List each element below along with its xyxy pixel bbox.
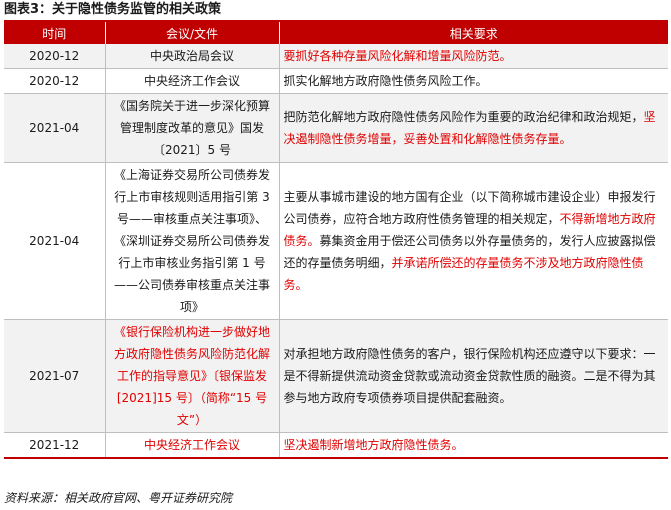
document-text: 中央政治局会议 [149,49,234,63]
document-text: 《银行保险机构进一步做好地方政府隐性债务风险防范化解工作的指导意见》〔银保监发[… [113,325,270,427]
header-doc: 会议/文件 [104,22,279,44]
cell-document: 中央政治局会议 [104,44,279,69]
cell-requirement: 把防范化解地方政府隐性债务风险作为重要的政治纪律和政治规矩，坚决遏制隐性债务增量… [278,93,668,163]
cell-document: 中央经济工作会议 [104,432,279,459]
cell-requirement: 对承担地方政府隐性债务的客户，银行保险机构还应遵守以下要求：一是不得新提供流动资… [278,319,668,433]
cell-document: 《上海证券交易所公司债券发行上市审核规则适用指引第 3 号——审核重点关注事项》… [104,162,279,320]
table-header-row: 时间 会议/文件 相关要求 [4,22,668,44]
cell-document: 中央经济工作会议 [104,68,279,94]
document-text: 中央经济工作会议 [143,438,240,452]
cell-document: 《银行保险机构进一步做好地方政府隐性债务风险防范化解工作的指导意见》〔银保监发[… [104,319,279,433]
cell-date: 2020-12 [4,68,105,94]
cell-requirement: 抓实化解地方政府隐性债务风险工作。 [278,68,668,94]
header-date: 时间 [4,22,105,44]
figure-title: 图表3：关于隐性债务监管的相关政策 [4,2,222,17]
figure: 图表3：关于隐性债务监管的相关政策 时间 会议/文件 相关要求 2020-12 中… [0,0,671,510]
cell-requirement: 要抓好各种存量风险化解和增量风险防范。 [278,44,668,69]
table-row: 2021-04 《上海证券交易所公司债券发行上市审核规则适用指引第 3 号——审核… [4,162,668,320]
document-text: 《上海证券交易所公司债券发行上市审核规则适用指引第 3 号——审核重点关注事项》… [113,168,270,314]
document-text: 《国务院关于进一步深化预算管理制度改革的意见》国发〔2021〕5 号 [113,99,270,157]
header-requirement: 相关要求 [278,22,668,44]
cell-document: 《国务院关于进一步深化预算管理制度改革的意见》国发〔2021〕5 号 [104,93,279,163]
requirement-text: 抓实化解地方政府隐性债务风险工作。 [283,74,488,88]
policy-table: 时间 会议/文件 相关要求 2020-12 中央政治局会议 要抓好各种存量风险化解和… [4,22,668,459]
source-note: 资料来源：相关政府官网、粤开证券研究院 [4,491,233,505]
table-row: 2021-04 《国务院关于进一步深化预算管理制度改革的意见》国发〔2021〕5 … [4,93,668,163]
cell-requirement: 坚决遏制新增地方政府隐性债务。 [278,432,668,459]
document-text: 中央经济工作会议 [143,74,240,88]
table-row: 2021-07 《银行保险机构进一步做好地方政府隐性债务风险防范化解工作的指导意见… [4,319,668,433]
requirement-text: 对承担地方政府隐性债务的客户，银行保险机构还应遵守以下要求：一是不得新提供流动资… [283,347,656,405]
requirement-highlight: 坚决遏制新增地方政府隐性债务。 [283,438,464,452]
table-row: 2020-12 中央政治局会议 要抓好各种存量风险化解和增量风险防范。 [4,44,668,69]
requirement-text: 把防范化解地方政府隐性债务风险作为重要的政治纪律和政治规矩， [283,110,644,124]
cell-date: 2020-12 [4,44,105,69]
cell-requirement: 主要从事城市建设的地方国有企业（以下简称城市建设企业）申报发行公司债券，应符合地… [278,162,668,320]
requirement-highlight: 要抓好各种存量风险化解和增量风险防范。 [283,49,512,63]
cell-date: 2021-04 [4,93,105,163]
cell-date: 2021-07 [4,319,105,433]
cell-date: 2021-12 [4,432,105,459]
cell-date: 2021-04 [4,162,105,320]
table-row: 2020-12 中央经济工作会议 抓实化解地方政府隐性债务风险工作。 [4,68,668,94]
table-row: 2021-12 中央经济工作会议 坚决遏制新增地方政府隐性债务。 [4,432,668,459]
